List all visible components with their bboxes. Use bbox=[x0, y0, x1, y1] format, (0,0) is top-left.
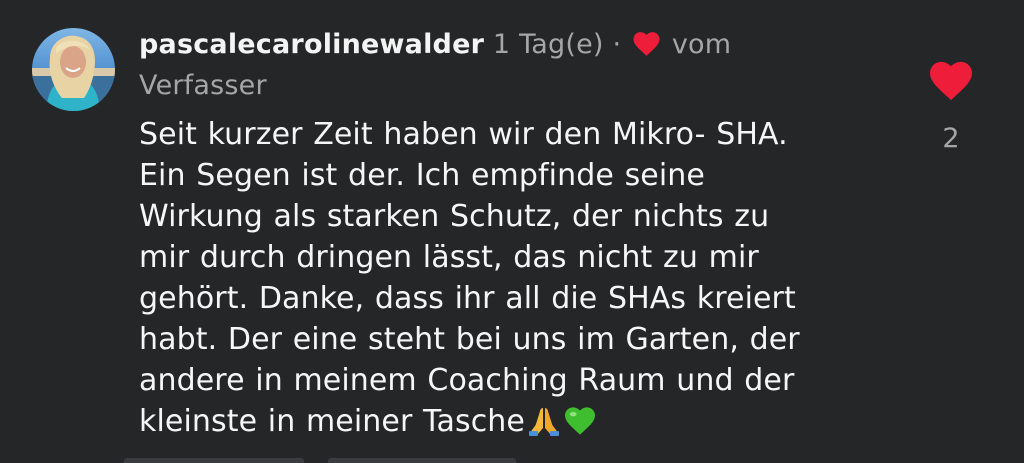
heart-icon bbox=[632, 30, 661, 67]
timestamp[interactable]: 1 Tag(e) bbox=[493, 29, 604, 60]
avatar[interactable] bbox=[32, 28, 115, 111]
folded-hands-emoji bbox=[528, 404, 559, 447]
like-count[interactable]: 2 bbox=[930, 123, 972, 154]
green-heart-emoji bbox=[563, 406, 597, 447]
next-item-edge bbox=[124, 458, 304, 463]
comment-text: Seit kurzer Zeit haben wir den Mikro- SH… bbox=[139, 114, 919, 447]
comment-item: pascalecarolinewalder 1 Tag(e) · vom Ver… bbox=[0, 0, 1024, 463]
comment-header: pascalecarolinewalder 1 Tag(e) · vom Ver… bbox=[139, 26, 899, 104]
comment-line: mir durch dringen lässt, das nicht zu mi… bbox=[139, 240, 759, 275]
comment-line: habt. Der eine steht bei uns im Garten, … bbox=[139, 322, 800, 357]
comment-line: gehört. Danke, dass ihr all die SHAs kre… bbox=[139, 281, 796, 316]
comment-line: Wirkung als starken Schutz, der nichts z… bbox=[139, 199, 770, 234]
comment-line: Seit kurzer Zeit haben wir den Mikro- SH… bbox=[139, 117, 788, 152]
username-link[interactable]: pascalecarolinewalder bbox=[139, 29, 484, 60]
comment-last-line: kleinste in meiner Tasche bbox=[139, 401, 919, 447]
liked-by-author-label-cont: Verfasser bbox=[139, 70, 267, 101]
next-item-edge bbox=[328, 458, 516, 463]
avatar-image bbox=[32, 28, 115, 111]
heart-icon bbox=[930, 61, 972, 101]
comment-line: andere in meinem Coaching Raum und der bbox=[139, 363, 795, 398]
comment-line: Ein Segen ist der. Ich empfinde seine bbox=[139, 158, 705, 193]
comment-line-text: kleinste in meiner Tasche bbox=[139, 404, 525, 439]
like-button[interactable] bbox=[928, 60, 974, 104]
meta-separator: · bbox=[612, 29, 622, 60]
liked-by-author-label: vom bbox=[671, 29, 732, 60]
